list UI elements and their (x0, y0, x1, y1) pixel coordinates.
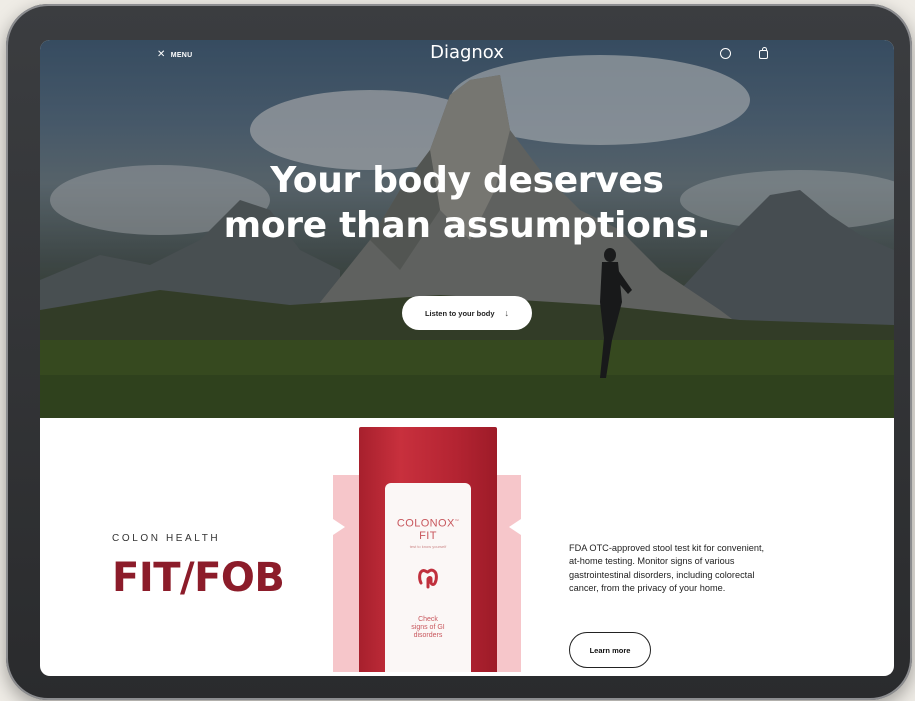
arrow-down-icon: ↓ (504, 308, 510, 318)
product-section: COLON HEALTH FIT/FOB COLONOX™ FIT test t… (40, 414, 894, 672)
hero-headline: Your body deserves more than assumptions… (223, 160, 711, 246)
pouch-label: COLONOX™ FIT test to know yourself Check… (385, 483, 471, 672)
product-title: FIT/FOB (112, 555, 285, 601)
hero-section: ✕ MENU Diagnox Your body deserves more t… (40, 40, 894, 418)
pouch-check-text: Check signs of GI disorders (411, 615, 445, 639)
pouch-name-fit: FIT (419, 529, 437, 542)
user-circle-icon[interactable] (720, 48, 731, 59)
shopping-bag-icon[interactable] (759, 47, 768, 59)
pouch-tagline: test to know yourself (409, 543, 447, 549)
listen-to-your-body-button[interactable]: Listen to your body ↓ (402, 296, 532, 330)
colon-icon (418, 568, 438, 589)
cta-label: Listen to your body (424, 308, 495, 318)
product-description: FDA OTC-approved stool test kit for conv… (569, 543, 765, 594)
pouch-trademark: ™ (454, 518, 460, 523)
learn-more-label: Learn more (589, 645, 631, 655)
pouch-name: COLONOX (396, 517, 455, 530)
product-category: COLON HEALTH (112, 533, 221, 544)
learn-more-button[interactable]: Learn more (569, 632, 651, 668)
header-actions (720, 47, 768, 59)
